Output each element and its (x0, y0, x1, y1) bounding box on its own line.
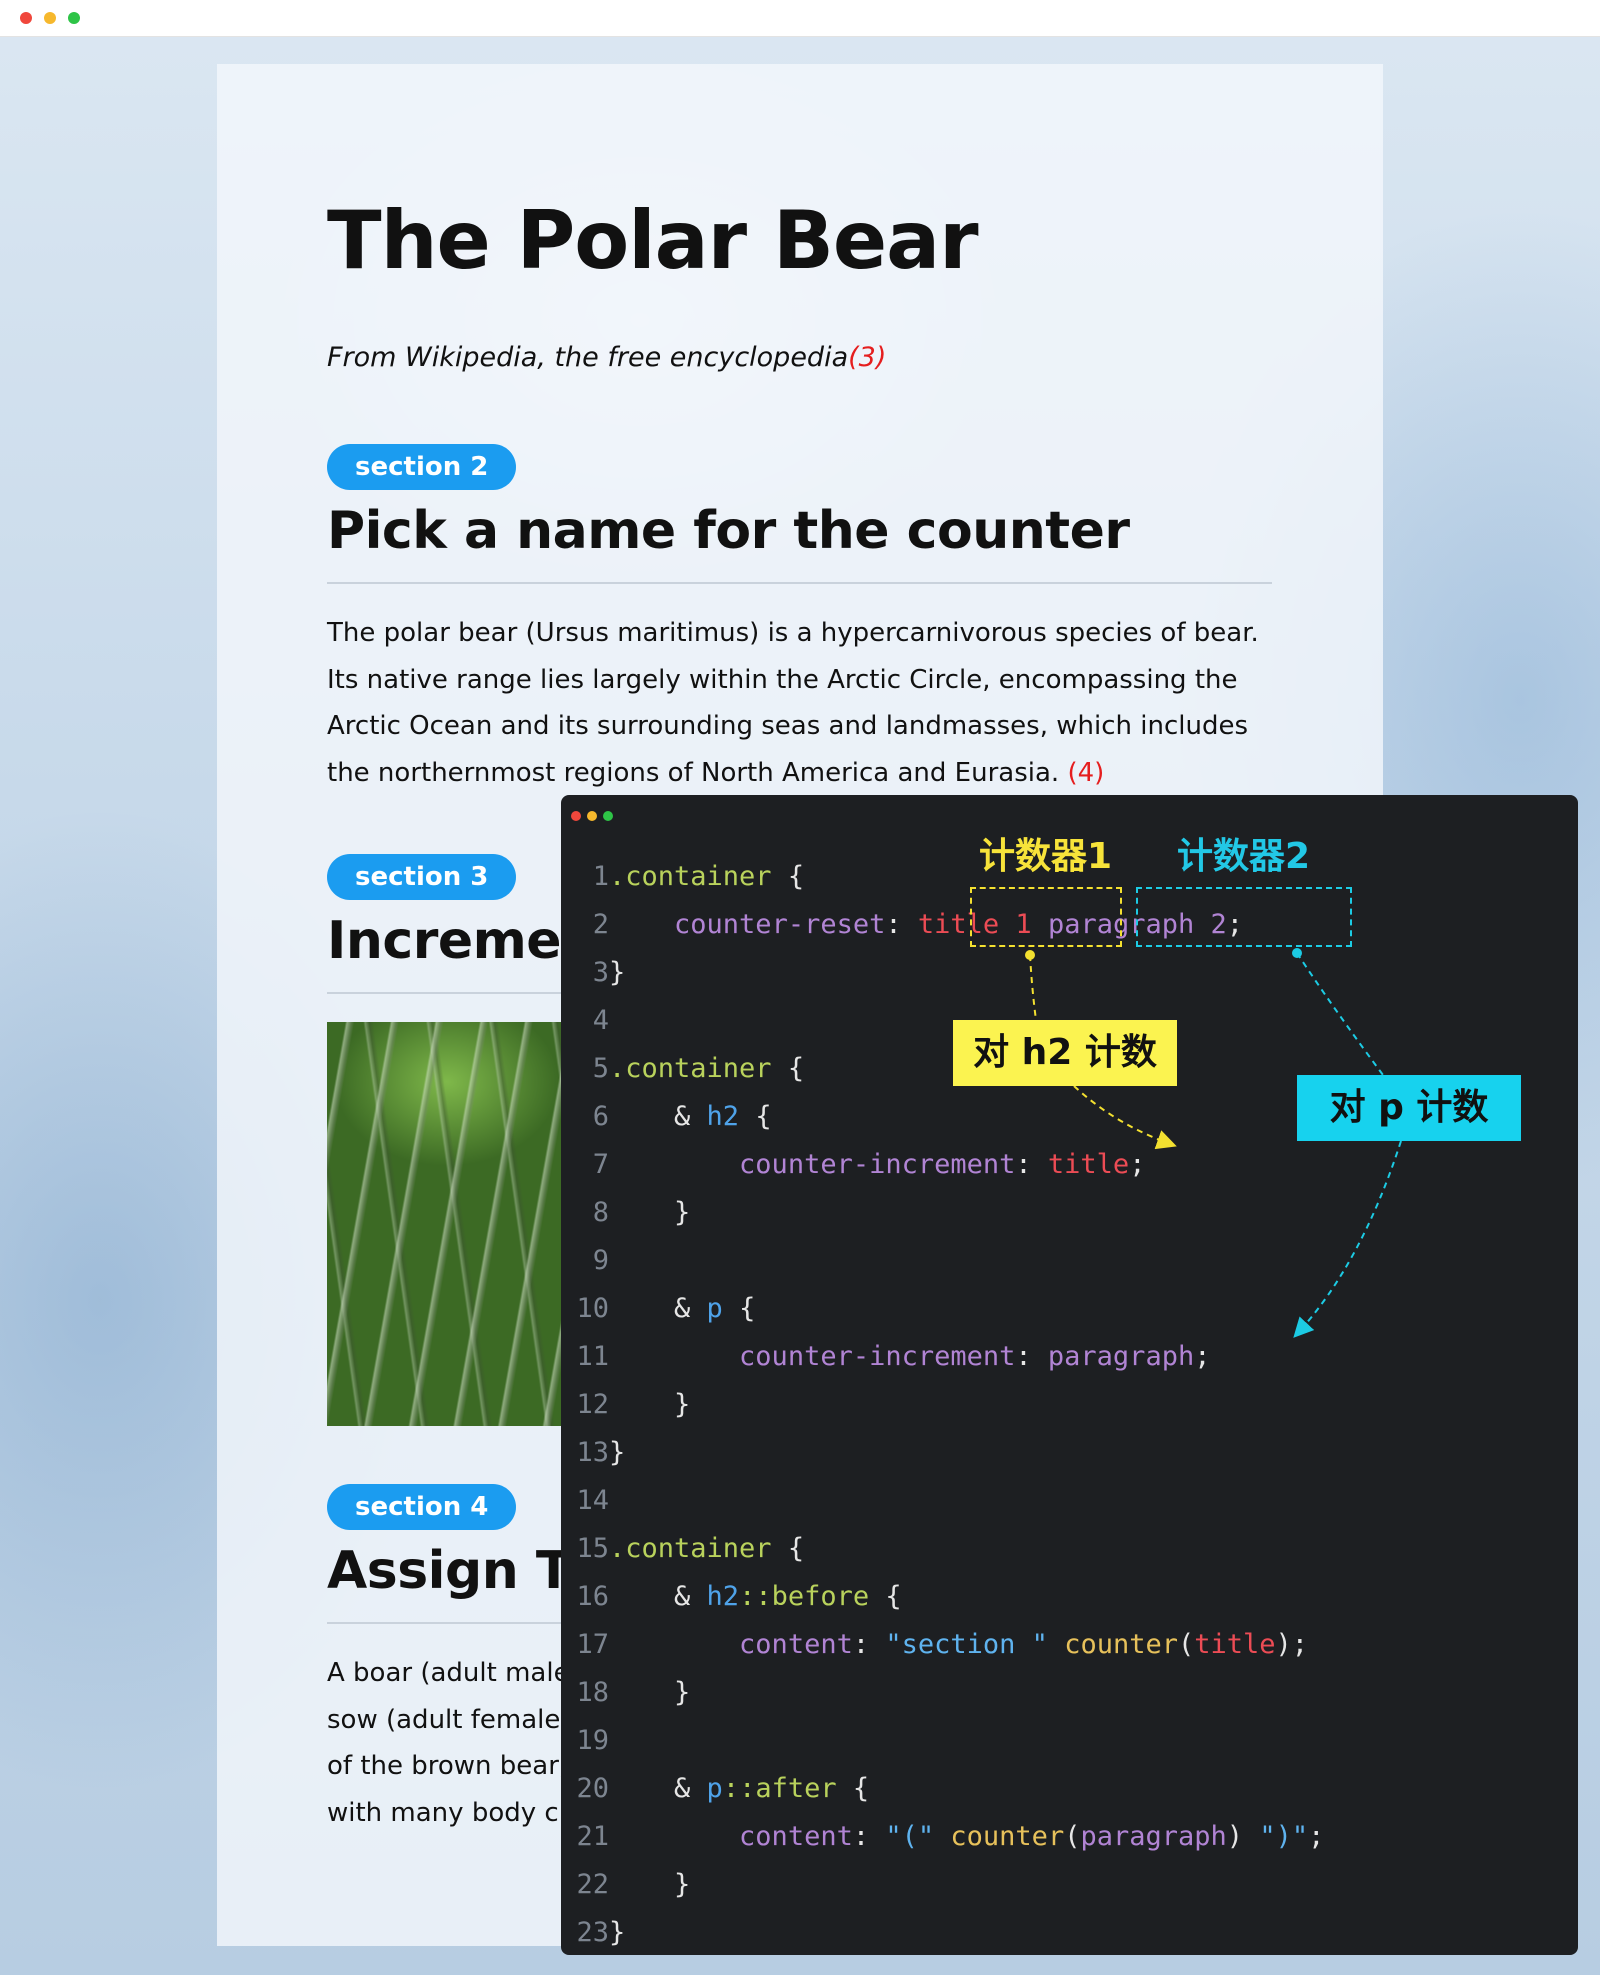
page-subtitle: From Wikipedia, the free encyclopedia(3) (327, 342, 886, 373)
page-title: The Polar Bear (327, 194, 979, 287)
section-badge-3: section 3 (327, 854, 517, 900)
section-divider (327, 582, 1272, 584)
yellow-arrow-to-title (1073, 1085, 1177, 1150)
section-heading-2: Pick a name for the counter (327, 501, 1130, 561)
cyan-connector (1296, 952, 1384, 1076)
paragraph-text: The polar bear (Ursus maritimus) is a hy… (327, 618, 1259, 788)
section-badge-4: section 4 (327, 1484, 517, 1530)
section-paragraph-2: The polar bear (Ursus maritimus) is a hy… (327, 610, 1287, 796)
yellow-connector (1029, 954, 1037, 1021)
cyan-arrow-to-paragraph (1293, 1140, 1402, 1338)
section-heading-3: Incremen (327, 911, 598, 971)
maximize-window-button[interactable] (68, 12, 80, 24)
subtitle-text: From Wikipedia, the free encyclopedia (327, 342, 849, 373)
h2-counter-callout: 对 h2 计数 (953, 1020, 1177, 1086)
annotation-arrows (1025, 948, 1402, 1338)
code-editor-window: 1.container { 2 counter-reset: title 1 p… (561, 795, 1578, 1955)
subtitle-counter: (3) (848, 342, 887, 373)
close-window-button[interactable] (20, 12, 32, 24)
window-titlebar (0, 0, 1600, 37)
minimize-window-button[interactable] (44, 12, 56, 24)
paragraph-counter: (4) (1067, 757, 1105, 788)
section-badge-2: section 2 (327, 444, 517, 490)
p-counter-callout: 对 p 计数 (1297, 1075, 1521, 1141)
bamboo-forest-image (327, 1022, 567, 1426)
